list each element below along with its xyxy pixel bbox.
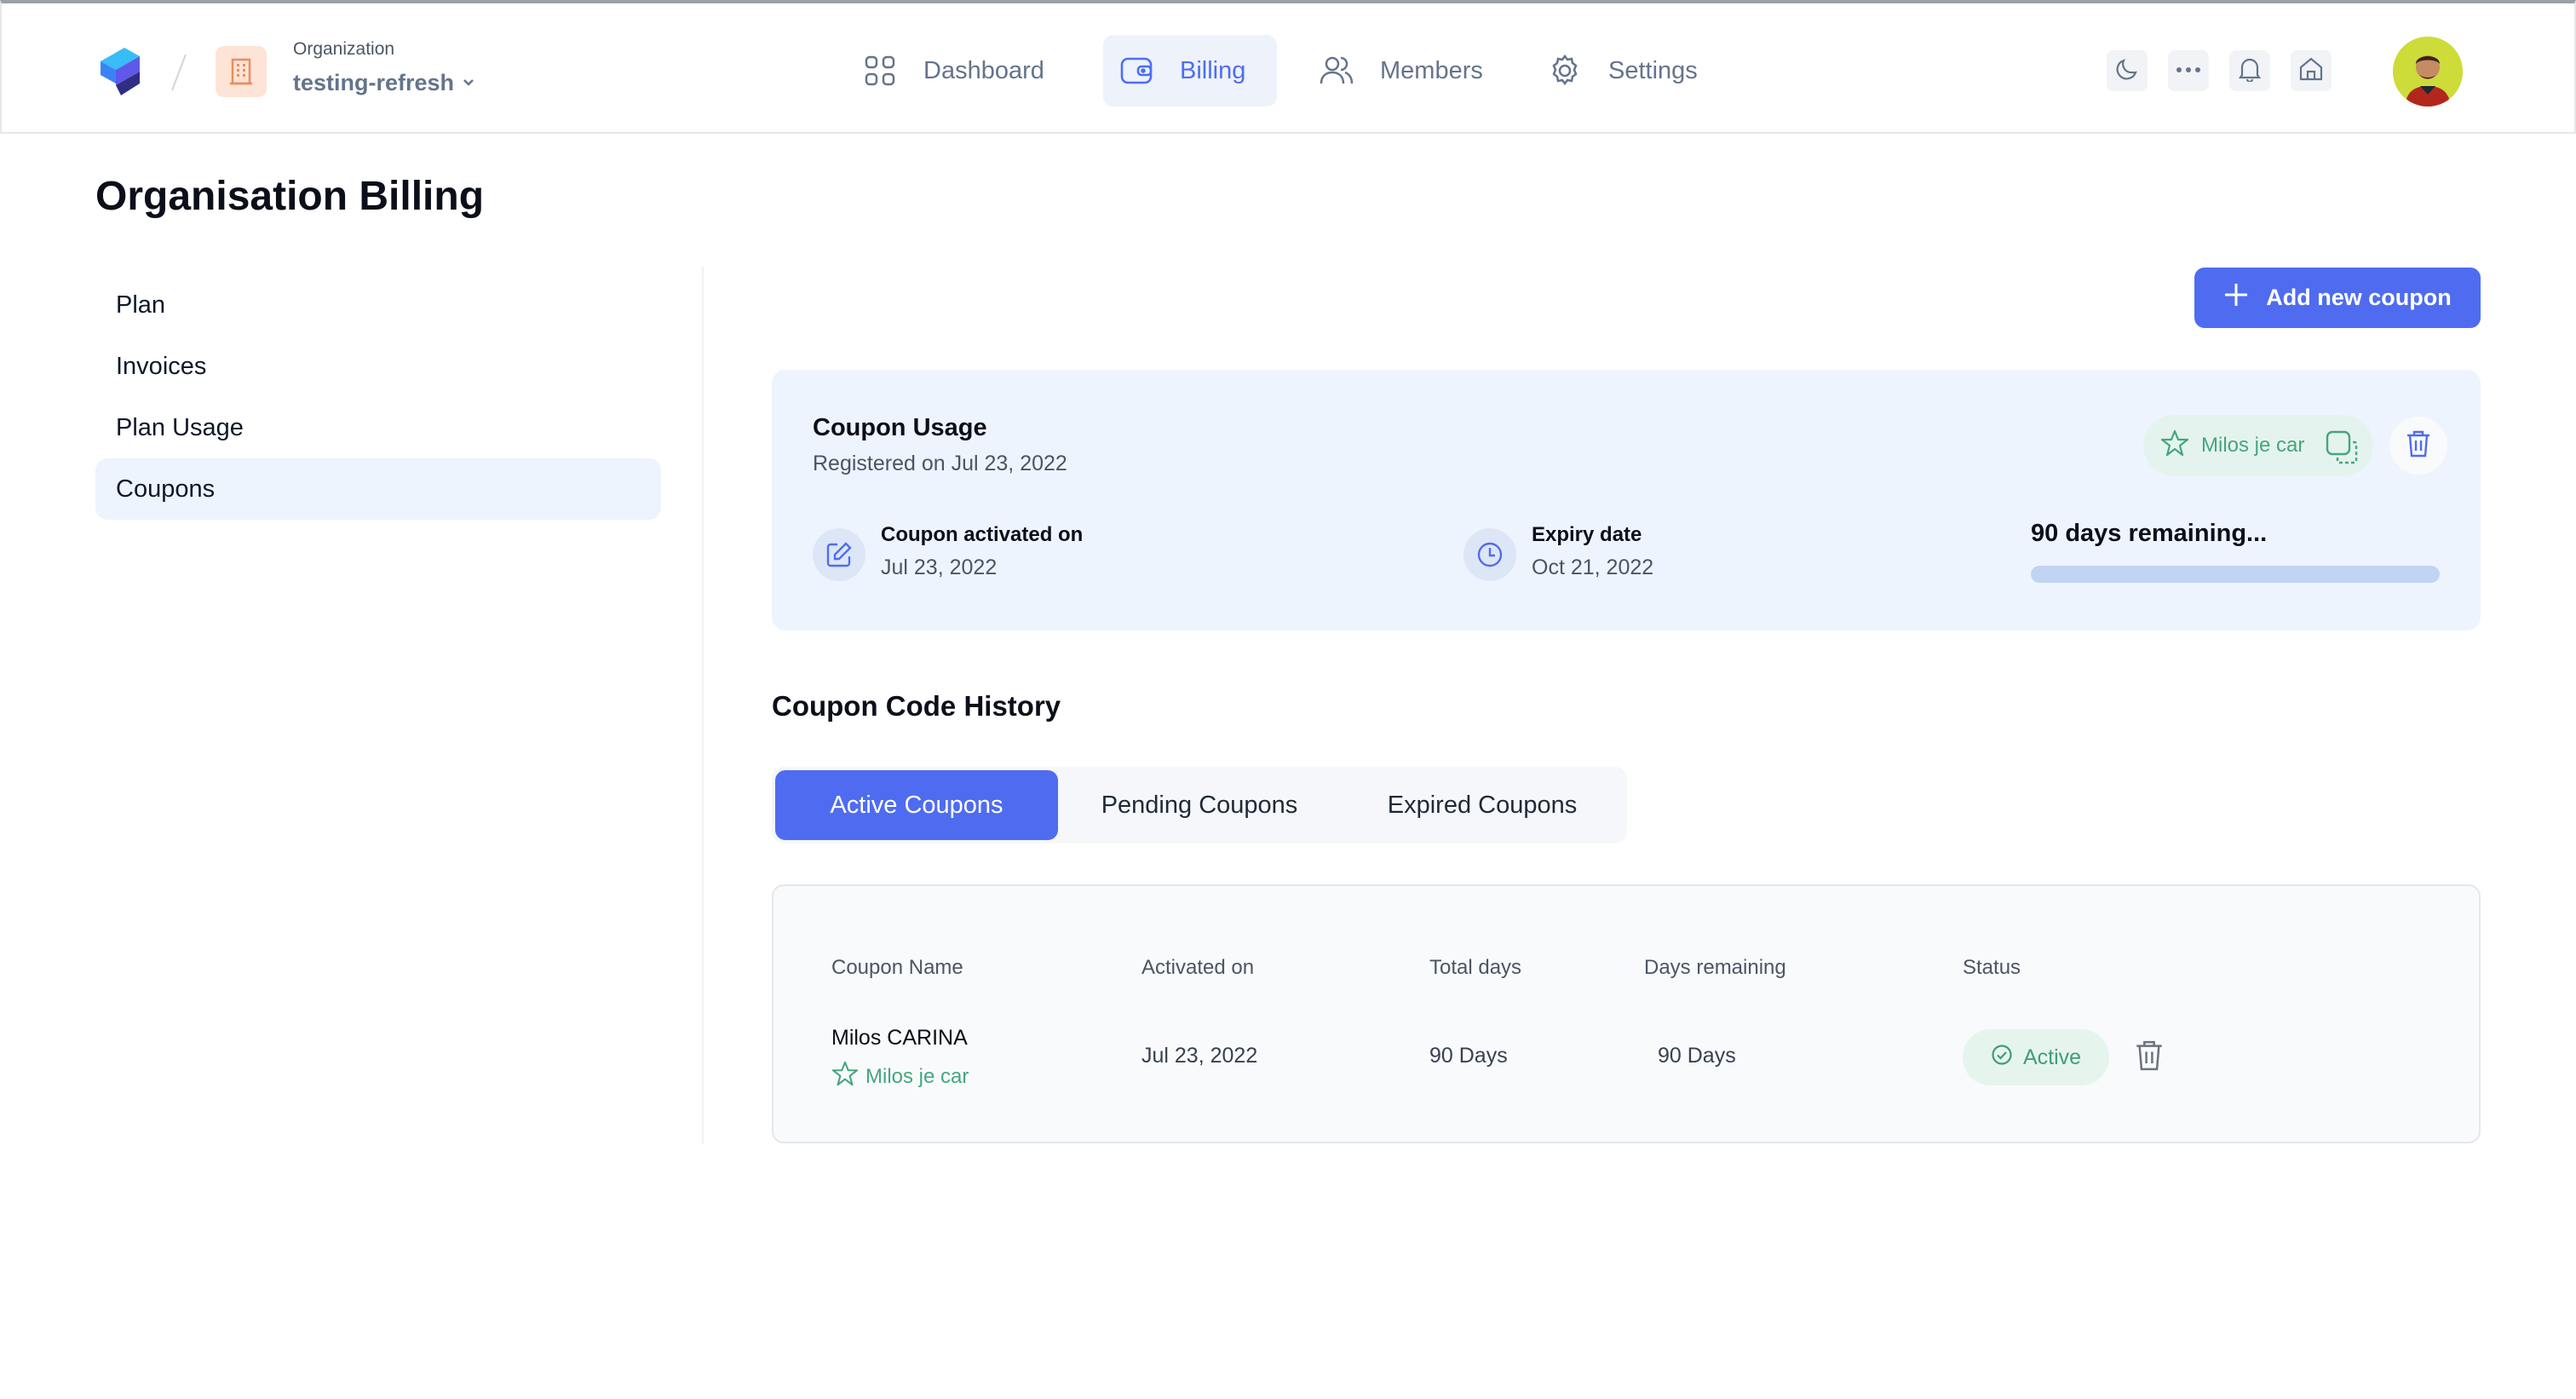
users-icon <box>1319 53 1354 89</box>
coupon-tabs: Active Coupons Pending Coupons Expired C… <box>772 767 1627 843</box>
page-title: Organisation Billing <box>95 174 485 219</box>
moon-icon <box>2115 57 2139 85</box>
column-header: Total days <box>1429 956 1522 979</box>
nav-billing[interactable]: Billing <box>1103 35 1277 107</box>
more-button[interactable] <box>2168 50 2209 91</box>
nav-members[interactable]: Members <box>1314 35 1518 107</box>
column-header: Activated on <box>1141 956 1255 979</box>
tab-label: Expired Coupons <box>1387 791 1578 819</box>
usage-title: Coupon Usage <box>813 414 987 441</box>
expiry-value: Oct 21, 2022 <box>1532 556 1654 579</box>
history-title: Coupon Code History <box>772 690 1061 722</box>
column-header: Status <box>1963 956 2021 979</box>
sidebar-item-plan-usage[interactable]: Plan Usage <box>95 397 661 458</box>
column-header: Coupon Name <box>831 956 963 979</box>
activated-label: Coupon activated on <box>881 523 1084 546</box>
sidebar-item-coupons[interactable]: Coupons <box>95 458 661 520</box>
tab-expired-coupons[interactable]: Expired Coupons <box>1341 770 1624 840</box>
plus-icon <box>2223 282 2249 314</box>
bell-icon <box>2238 56 2262 86</box>
more-icon <box>2176 63 2201 78</box>
app-logo[interactable] <box>95 46 145 97</box>
sidebar-item-label: Coupons <box>116 475 216 503</box>
coupon-usage-card: Coupon Usage Registered on Jul 23, 2022 … <box>772 370 2481 630</box>
org-switcher[interactable]: testing-refresh <box>293 70 476 96</box>
coupon-code: Milos je car <box>2201 434 2305 457</box>
add-coupon-button[interactable]: Add new coupon <box>2194 268 2481 328</box>
edit-icon <box>813 528 865 581</box>
home-icon <box>2298 56 2324 86</box>
delete-row-button[interactable] <box>2130 1038 2169 1077</box>
row-coupon-name: Milos CARINA <box>831 1026 968 1050</box>
coupon-history-table: Coupon Name Activated on Total days Days… <box>772 884 2481 1143</box>
grid-icon <box>862 53 898 89</box>
days-remaining-text: 90 days remaining... <box>2031 520 2268 547</box>
nav-dashboard[interactable]: Dashboard <box>855 35 1068 107</box>
sidebar-item-label: Plan <box>116 291 166 319</box>
theme-toggle-button[interactable] <box>2107 50 2148 91</box>
nav-label: Members <box>1380 56 1483 84</box>
tab-label: Pending Coupons <box>1101 791 1298 819</box>
tab-pending-coupons[interactable]: Pending Coupons <box>1058 770 1341 840</box>
sidebar-divider <box>702 267 704 1144</box>
sidebar-item-invoices[interactable]: Invoices <box>95 336 661 397</box>
breadcrumb-separator <box>169 51 189 94</box>
trash-icon <box>2406 429 2431 463</box>
nav-label: Settings <box>1608 56 1698 84</box>
tab-label: Active Coupons <box>830 791 1003 819</box>
progress-fill <box>2031 566 2440 583</box>
days-remaining-progress <box>2031 566 2440 583</box>
row-activated-on: Jul 23, 2022 <box>1141 1044 1258 1068</box>
add-coupon-label: Add new coupon <box>2266 285 2452 310</box>
sidebar-item-label: Plan Usage <box>116 413 244 441</box>
nav-label: Billing <box>1180 56 1246 84</box>
check-circle-icon <box>1991 1044 2013 1072</box>
trash-icon <box>2135 1039 2164 1077</box>
copy-icon[interactable] <box>2324 429 2361 466</box>
row-days-remaining: 90 Days <box>1658 1044 1736 1068</box>
delete-coupon-button[interactable] <box>2389 417 2447 475</box>
chevron-down-icon <box>461 70 476 96</box>
home-button[interactable] <box>2291 50 2332 91</box>
star-icon <box>831 1060 859 1093</box>
clock-icon <box>1463 528 1516 581</box>
nav-settings[interactable]: Settings <box>1547 35 1726 107</box>
star-icon <box>2160 429 2189 463</box>
wallet-icon <box>1118 53 1154 89</box>
row-coupon-code: Milos je car <box>831 1060 969 1093</box>
expiry-label: Expiry date <box>1532 523 1642 546</box>
column-header: Days remaining <box>1644 956 1786 979</box>
usage-registered: Registered on Jul 23, 2022 <box>813 452 1067 475</box>
row-total-days: 90 Days <box>1429 1044 1508 1068</box>
sidebar-item-plan[interactable]: Plan <box>95 274 661 336</box>
notifications-button[interactable] <box>2229 50 2270 91</box>
activated-value: Jul 23, 2022 <box>881 556 998 579</box>
tab-active-coupons[interactable]: Active Coupons <box>775 770 1058 840</box>
row-coupon-code-text: Milos je car <box>865 1064 969 1088</box>
building-icon <box>216 46 267 97</box>
sidebar-item-label: Invoices <box>116 352 207 380</box>
top-navbar: Organization testing-refresh Dashboard B… <box>0 0 2576 134</box>
status-badge: Active <box>1963 1029 2109 1085</box>
gear-icon <box>1547 53 1583 89</box>
org-label: Organization <box>293 39 395 59</box>
org-name: testing-refresh <box>293 70 455 95</box>
user-avatar[interactable] <box>2393 37 2463 107</box>
nav-label: Dashboard <box>923 56 1044 84</box>
status-text: Active <box>2022 1045 2082 1069</box>
